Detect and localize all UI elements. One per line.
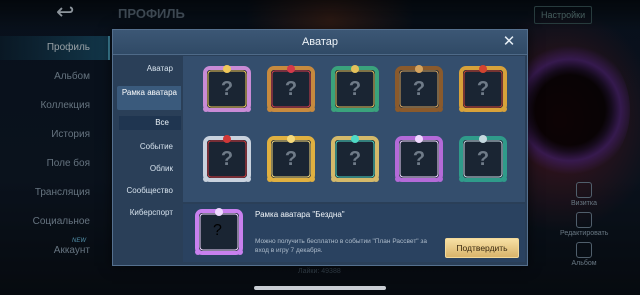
- placeholder-question-icon: ?: [220, 78, 234, 100]
- selected-frame-description: Можно получить бесплатно в событии "План…: [255, 238, 428, 254]
- dialog-header: Аватар ✕: [113, 30, 527, 55]
- avatar-dialog: Аватар ✕ Аватар Рамка аватара Все Событи…: [112, 29, 528, 266]
- avatar-category-nav: Аватар Рамка аватара Все Событие Облик С…: [113, 56, 181, 266]
- avatar-frame-tile[interactable]: ?: [391, 132, 447, 186]
- avatar-frame-tile[interactable]: ?: [263, 132, 319, 186]
- placeholder-question-icon: ?: [284, 78, 298, 100]
- selected-frame-preview: ?: [191, 204, 247, 260]
- avatar-frame-tile[interactable]: ?: [455, 132, 511, 186]
- frame-grid: ??????????: [183, 56, 525, 202]
- avatar-frame-tile[interactable]: ?: [327, 132, 383, 186]
- placeholder-question-icon: ?: [284, 148, 298, 170]
- avatar-frame-tile[interactable]: ?: [263, 62, 319, 116]
- placeholder-question-icon: ?: [220, 148, 234, 170]
- nav-avatar[interactable]: Аватар: [117, 64, 177, 73]
- nav-esports[interactable]: Киберспорт: [117, 208, 177, 217]
- nav-event[interactable]: Событие: [117, 142, 177, 151]
- avatar-frame-tile[interactable]: ?: [391, 62, 447, 116]
- avatar-frame-tile[interactable]: ?: [455, 62, 511, 116]
- placeholder-question-icon: ?: [476, 148, 490, 170]
- nav-community[interactable]: Сообщество: [117, 186, 177, 195]
- placeholder-question-icon: ?: [412, 78, 426, 100]
- placeholder-question-icon: ?: [348, 148, 362, 170]
- placeholder-question-icon: ?: [412, 148, 426, 170]
- nav-skin[interactable]: Облик: [117, 164, 177, 173]
- nav-filter-all[interactable]: Все: [119, 116, 181, 130]
- selected-frame-name: Рамка аватара "Бездна": [255, 210, 345, 219]
- avatar-frame-tile[interactable]: ?: [327, 62, 383, 116]
- selected-frame-detail: ? Рамка аватара "Бездна" Можно получить …: [183, 204, 525, 262]
- avatar-frame-tile[interactable]: ?: [199, 62, 255, 116]
- avatar-frame-tile[interactable]: ?: [199, 132, 255, 186]
- dialog-title: Аватар: [301, 36, 339, 48]
- home-indicator: [254, 286, 386, 290]
- placeholder-question-icon: ?: [476, 78, 490, 100]
- nav-avatar-frame[interactable]: Рамка аватара: [117, 86, 181, 110]
- confirm-button[interactable]: Подтвердить: [445, 238, 519, 258]
- placeholder-question-icon: ?: [348, 78, 362, 100]
- placeholder-question-icon: ?: [213, 222, 222, 239]
- close-icon[interactable]: ✕: [501, 34, 517, 50]
